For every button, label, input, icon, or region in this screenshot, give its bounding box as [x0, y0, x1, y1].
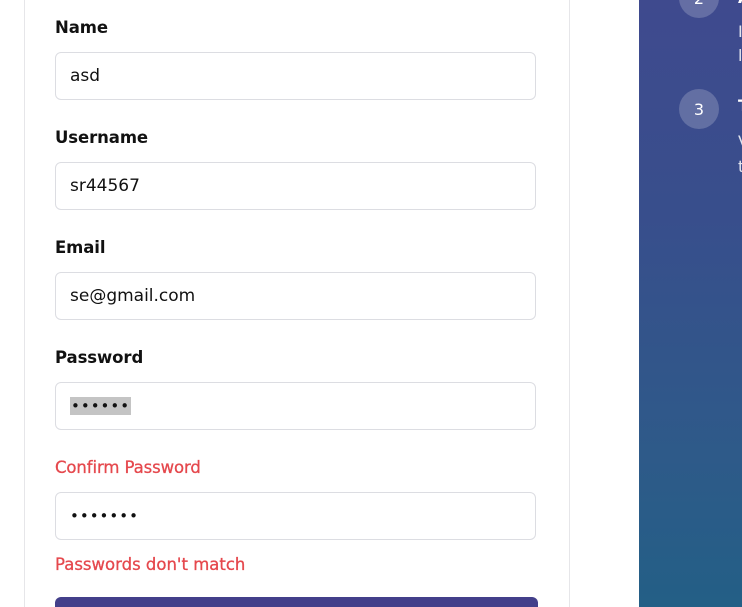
password-mismatch-error: Passwords don't match: [55, 555, 246, 574]
name-input[interactable]: asd: [55, 52, 536, 100]
username-input[interactable]: sr44567: [55, 162, 536, 210]
submit-button[interactable]: [55, 597, 538, 607]
step-number-circle: 3: [679, 89, 719, 129]
step-title: T: [738, 96, 742, 115]
password-label: Password: [55, 348, 144, 367]
step-description-line: l: [738, 46, 742, 65]
email-input-value: se@gmail.com: [70, 286, 196, 306]
password-input[interactable]: ••••••: [55, 382, 536, 430]
step-number-circle: 2: [679, 0, 719, 18]
signup-page: Name asd Username sr44567 Email se@gmail…: [0, 0, 742, 607]
email-label: Email: [55, 238, 106, 257]
name-input-value: asd: [70, 66, 101, 86]
username-input-value: sr44567: [70, 176, 140, 196]
step-title: A: [738, 0, 742, 7]
name-label: Name: [55, 18, 108, 37]
email-input[interactable]: se@gmail.com: [55, 272, 536, 320]
step-description-line: t: [738, 157, 742, 176]
confirm-password-input-value: •••••••: [70, 507, 139, 525]
steps-panel: 2 A I l 3 T V t: [639, 0, 742, 607]
confirm-password-label: Confirm Password: [55, 458, 201, 477]
username-label: Username: [55, 128, 149, 147]
password-input-value: ••••••: [70, 397, 132, 415]
step-description-line: I: [738, 22, 742, 41]
step-description-line: V: [738, 132, 742, 151]
confirm-password-input[interactable]: •••••••: [55, 492, 536, 540]
